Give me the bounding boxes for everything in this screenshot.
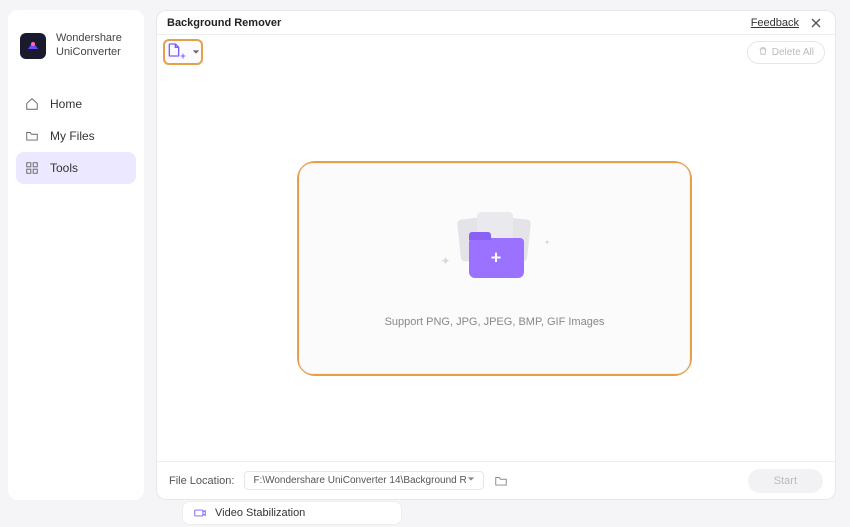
home-icon [24, 96, 40, 112]
tools-icon [24, 160, 40, 176]
brand-block: Wondershare UniConverter [16, 28, 136, 78]
file-location-select[interactable]: F:\Wondershare UniConverter 14\Backgroun… [244, 471, 484, 490]
toolbar: + Delete All [157, 35, 835, 71]
sidebar: Wondershare UniConverter Home My Files T… [8, 10, 144, 500]
brand-logo-icon [20, 33, 46, 59]
footer-bar: File Location: F:\Wondershare UniConvert… [157, 461, 835, 499]
folder-icon [24, 128, 40, 144]
video-stabilization-icon [193, 506, 207, 520]
brand-line1: Wondershare [56, 32, 122, 46]
feedback-link[interactable]: Feedback [751, 17, 799, 29]
start-button[interactable]: Start [748, 469, 823, 493]
plus-badge-icon: + [180, 51, 185, 61]
page-title: Background Remover [165, 17, 281, 29]
sidebar-item-tools[interactable]: Tools [16, 152, 136, 184]
tool-card-label: Video Stabilization [215, 507, 305, 519]
drop-zone-inner: ✦ ✦ + Support PNG, JPG, JPEG, BMP, GIF I… [299, 163, 690, 374]
sidebar-item-myfiles[interactable]: My Files [16, 120, 136, 152]
brand-text: Wondershare UniConverter [56, 32, 122, 60]
delete-all-button[interactable]: Delete All [747, 41, 825, 64]
nav-list: Home My Files Tools [16, 88, 136, 184]
sparkle-icon: ✦ [544, 238, 551, 247]
main-header: Background Remover Feedback [157, 11, 835, 35]
brand-line2: UniConverter [56, 46, 122, 60]
file-location-path: F:\Wondershare UniConverter 14\Backgroun… [253, 475, 467, 486]
chevron-down-icon [192, 43, 200, 61]
open-folder-button[interactable] [494, 474, 508, 488]
delete-all-label: Delete All [772, 47, 814, 58]
folder-plus-icon: + [469, 238, 524, 278]
chevron-down-icon [467, 475, 475, 486]
tool-card-video-stabilization[interactable]: Video Stabilization [182, 501, 402, 525]
support-text: Support PNG, JPG, JPEG, BMP, GIF Images [385, 316, 605, 328]
sidebar-item-home[interactable]: Home [16, 88, 136, 120]
sidebar-item-label: Tools [50, 161, 78, 175]
sidebar-item-label: My Files [50, 129, 95, 143]
close-button[interactable] [809, 16, 823, 30]
header-right: Feedback [751, 16, 823, 30]
trash-icon [758, 46, 768, 59]
sidebar-item-label: Home [50, 97, 82, 111]
file-location-label: File Location: [169, 475, 234, 487]
upload-illustration: ✦ ✦ + [445, 210, 545, 290]
main-panel: Background Remover Feedback + Delete All [156, 10, 836, 500]
sparkle-icon: ✦ [441, 254, 451, 268]
drop-zone[interactable]: ✦ ✦ + Support PNG, JPG, JPEG, BMP, GIF I… [297, 161, 692, 376]
add-file-button[interactable]: + [163, 39, 203, 65]
